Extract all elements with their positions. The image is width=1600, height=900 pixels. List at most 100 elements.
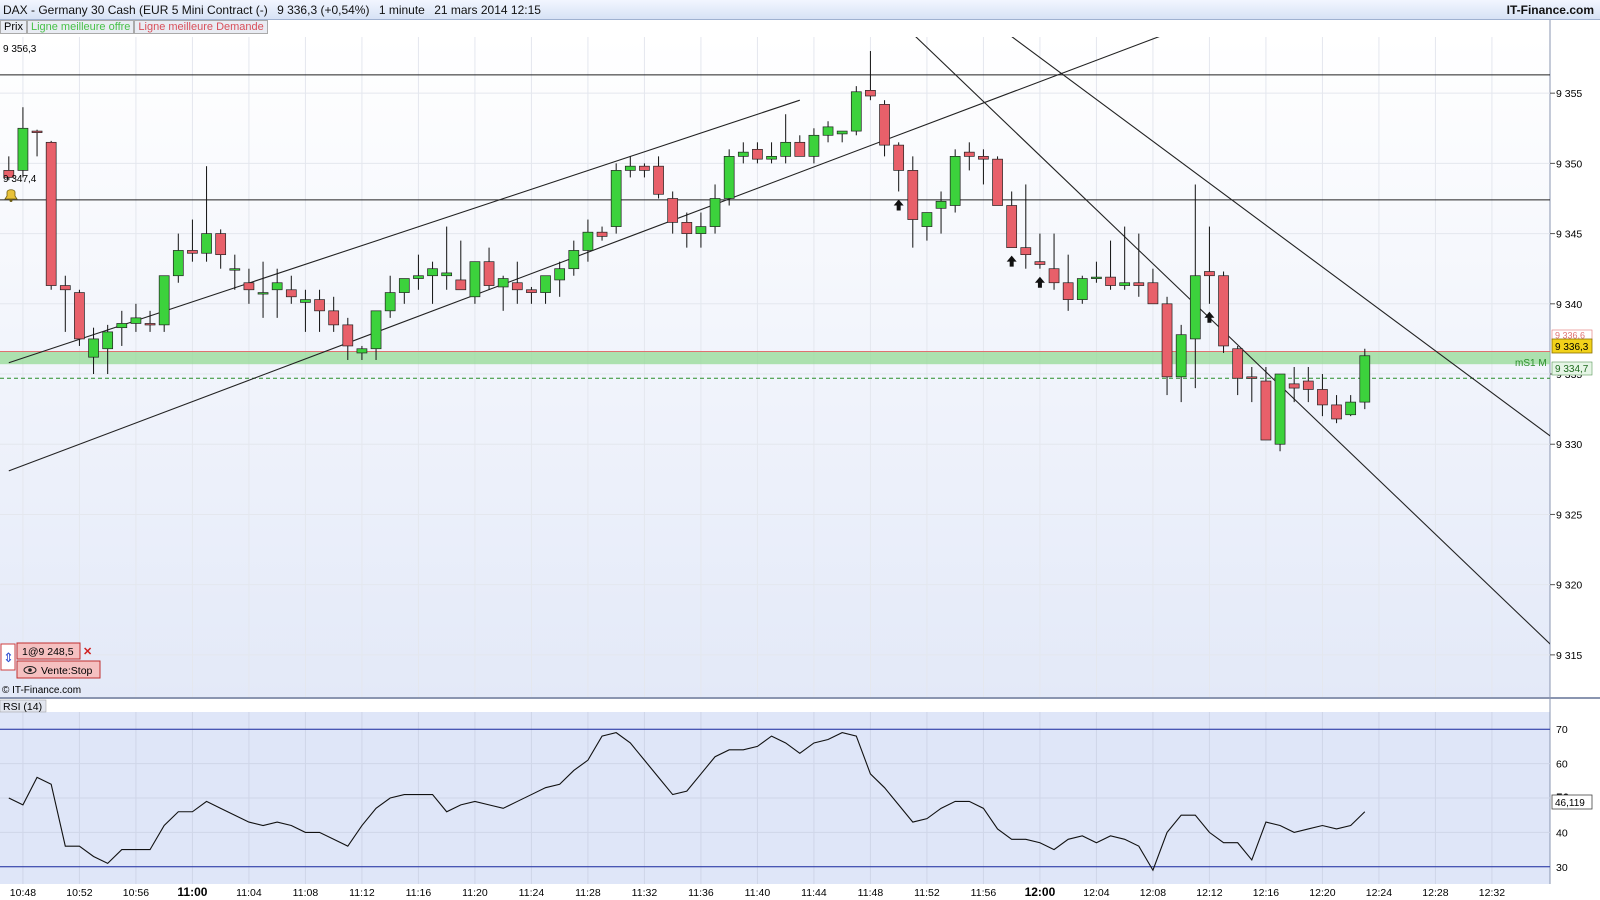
candle-body [526,289,537,293]
level-mid-label: 9 347,4 [3,174,37,185]
x-tick-label: 11:44 [801,887,827,899]
bid-ask-zone [0,351,1550,365]
x-tick-label: 12:00 [1025,885,1056,899]
candle-body [1006,205,1018,248]
candle-body [271,282,283,291]
candle-body [639,165,650,171]
y-tick-label: 9 340 [1556,299,1582,311]
main-plot-bg [0,37,1550,697]
candle-body [17,127,29,171]
price-badge-current: 9 336,3 [1551,338,1593,354]
candle-body [102,331,114,350]
candle-body [1133,282,1145,286]
price-badge-ms1: 9 334,7 [1551,361,1593,376]
order-close-icon[interactable]: ✕ [83,646,92,658]
x-tick-label: 11:24 [519,887,545,899]
candle-body [780,141,792,157]
candle-body [935,200,947,209]
candle-body [709,198,721,227]
candle-body [540,275,551,293]
candle-body [1161,303,1173,378]
badge-price-text: 9 336,3 [1555,342,1589,353]
candle-body [1359,355,1371,403]
x-tick-label: 12:08 [1140,887,1166,899]
rsi-title[interactable]: RSI (14) [3,701,42,713]
candle-body [723,156,735,199]
candle-body [865,90,876,97]
candle-body [88,338,99,358]
candle-body [427,268,438,277]
y-tick-label: 9 320 [1556,580,1582,592]
x-tick-label: 11:28 [575,887,601,899]
candle-body [201,233,212,254]
x-tick-label: 12:24 [1366,887,1392,899]
candle-body [921,212,933,227]
y-tick-label: 9 355 [1556,88,1582,100]
candle-body [596,231,608,237]
candle-body [554,268,566,281]
candle-body [681,222,693,234]
x-tick-label: 11:48 [858,887,884,899]
candle-body [1189,275,1201,340]
candle-body [1288,383,1300,389]
candle-body [879,104,890,146]
rsi-tick-label: 40 [1556,827,1568,839]
candle-body [483,261,495,286]
ms1-label: mS1 M [1515,358,1547,369]
candle-body [1076,278,1088,300]
candle-body [187,250,198,254]
x-tick-label: 12:28 [1422,887,1448,899]
x-tick-label: 11:00 [177,885,207,899]
x-tick-label: 12:20 [1309,887,1335,899]
candle-body [455,279,467,291]
candle-body [413,275,424,279]
candle-body [356,348,368,354]
candle-body [992,158,1003,206]
x-tick-label: 11:52 [914,887,940,899]
y-tick-label: 9 350 [1556,158,1582,170]
candle-body [850,91,862,132]
x-tick-label: 11:08 [293,887,319,899]
candle-body [893,144,905,171]
candle-body [1119,282,1131,286]
candle-body [624,165,636,171]
x-tick-label: 11:56 [971,887,997,899]
y-tick-label: 9 315 [1556,650,1582,662]
candle-body [59,285,71,291]
x-tick-label: 11:32 [632,887,658,899]
candle-body [568,250,580,270]
order-type: Vente:Stop [41,665,93,677]
y-tick-label: 9 325 [1556,509,1582,521]
price-chart[interactable]: 10:48 10:52 10:56 11:00 11:04 11:08 11:12 11:16… [0,0,1600,900]
candle-body [257,292,269,295]
order-qty: 1@9 248,5 [22,646,74,658]
x-tick-label: 11:04 [236,887,262,899]
rsi-tick-label: 70 [1556,724,1568,736]
candle-body [653,165,664,195]
candle-body [285,289,297,298]
x-tick-label: 11:20 [462,887,488,899]
candle-body [752,148,763,160]
x-tick-label: 10:56 [123,887,149,899]
candle-body [229,268,241,271]
candle-body [1175,334,1187,378]
candle-body [314,299,325,312]
candle-body [582,231,594,251]
level-high-label: 9 356,3 [3,44,37,55]
x-tick-label: 10:52 [66,887,92,899]
candle-body [384,292,396,312]
candle-body [1020,247,1032,256]
x-tick-label: 12:32 [1479,887,1505,899]
candle-body [1260,380,1272,441]
badge-ms1-text: 9 334,7 [1555,364,1589,375]
candle-body [822,126,834,136]
candle-body [1345,401,1357,416]
candle-body [300,299,311,303]
order-move-icon[interactable]: ⇕ [3,650,14,665]
rsi-tick-label: 60 [1556,759,1568,771]
candle-body [766,156,777,160]
candle-body [808,134,820,157]
candle-body [1048,268,1060,284]
x-tick-label: 11:40 [745,887,771,899]
x-tick-label: 10:48 [10,887,36,899]
